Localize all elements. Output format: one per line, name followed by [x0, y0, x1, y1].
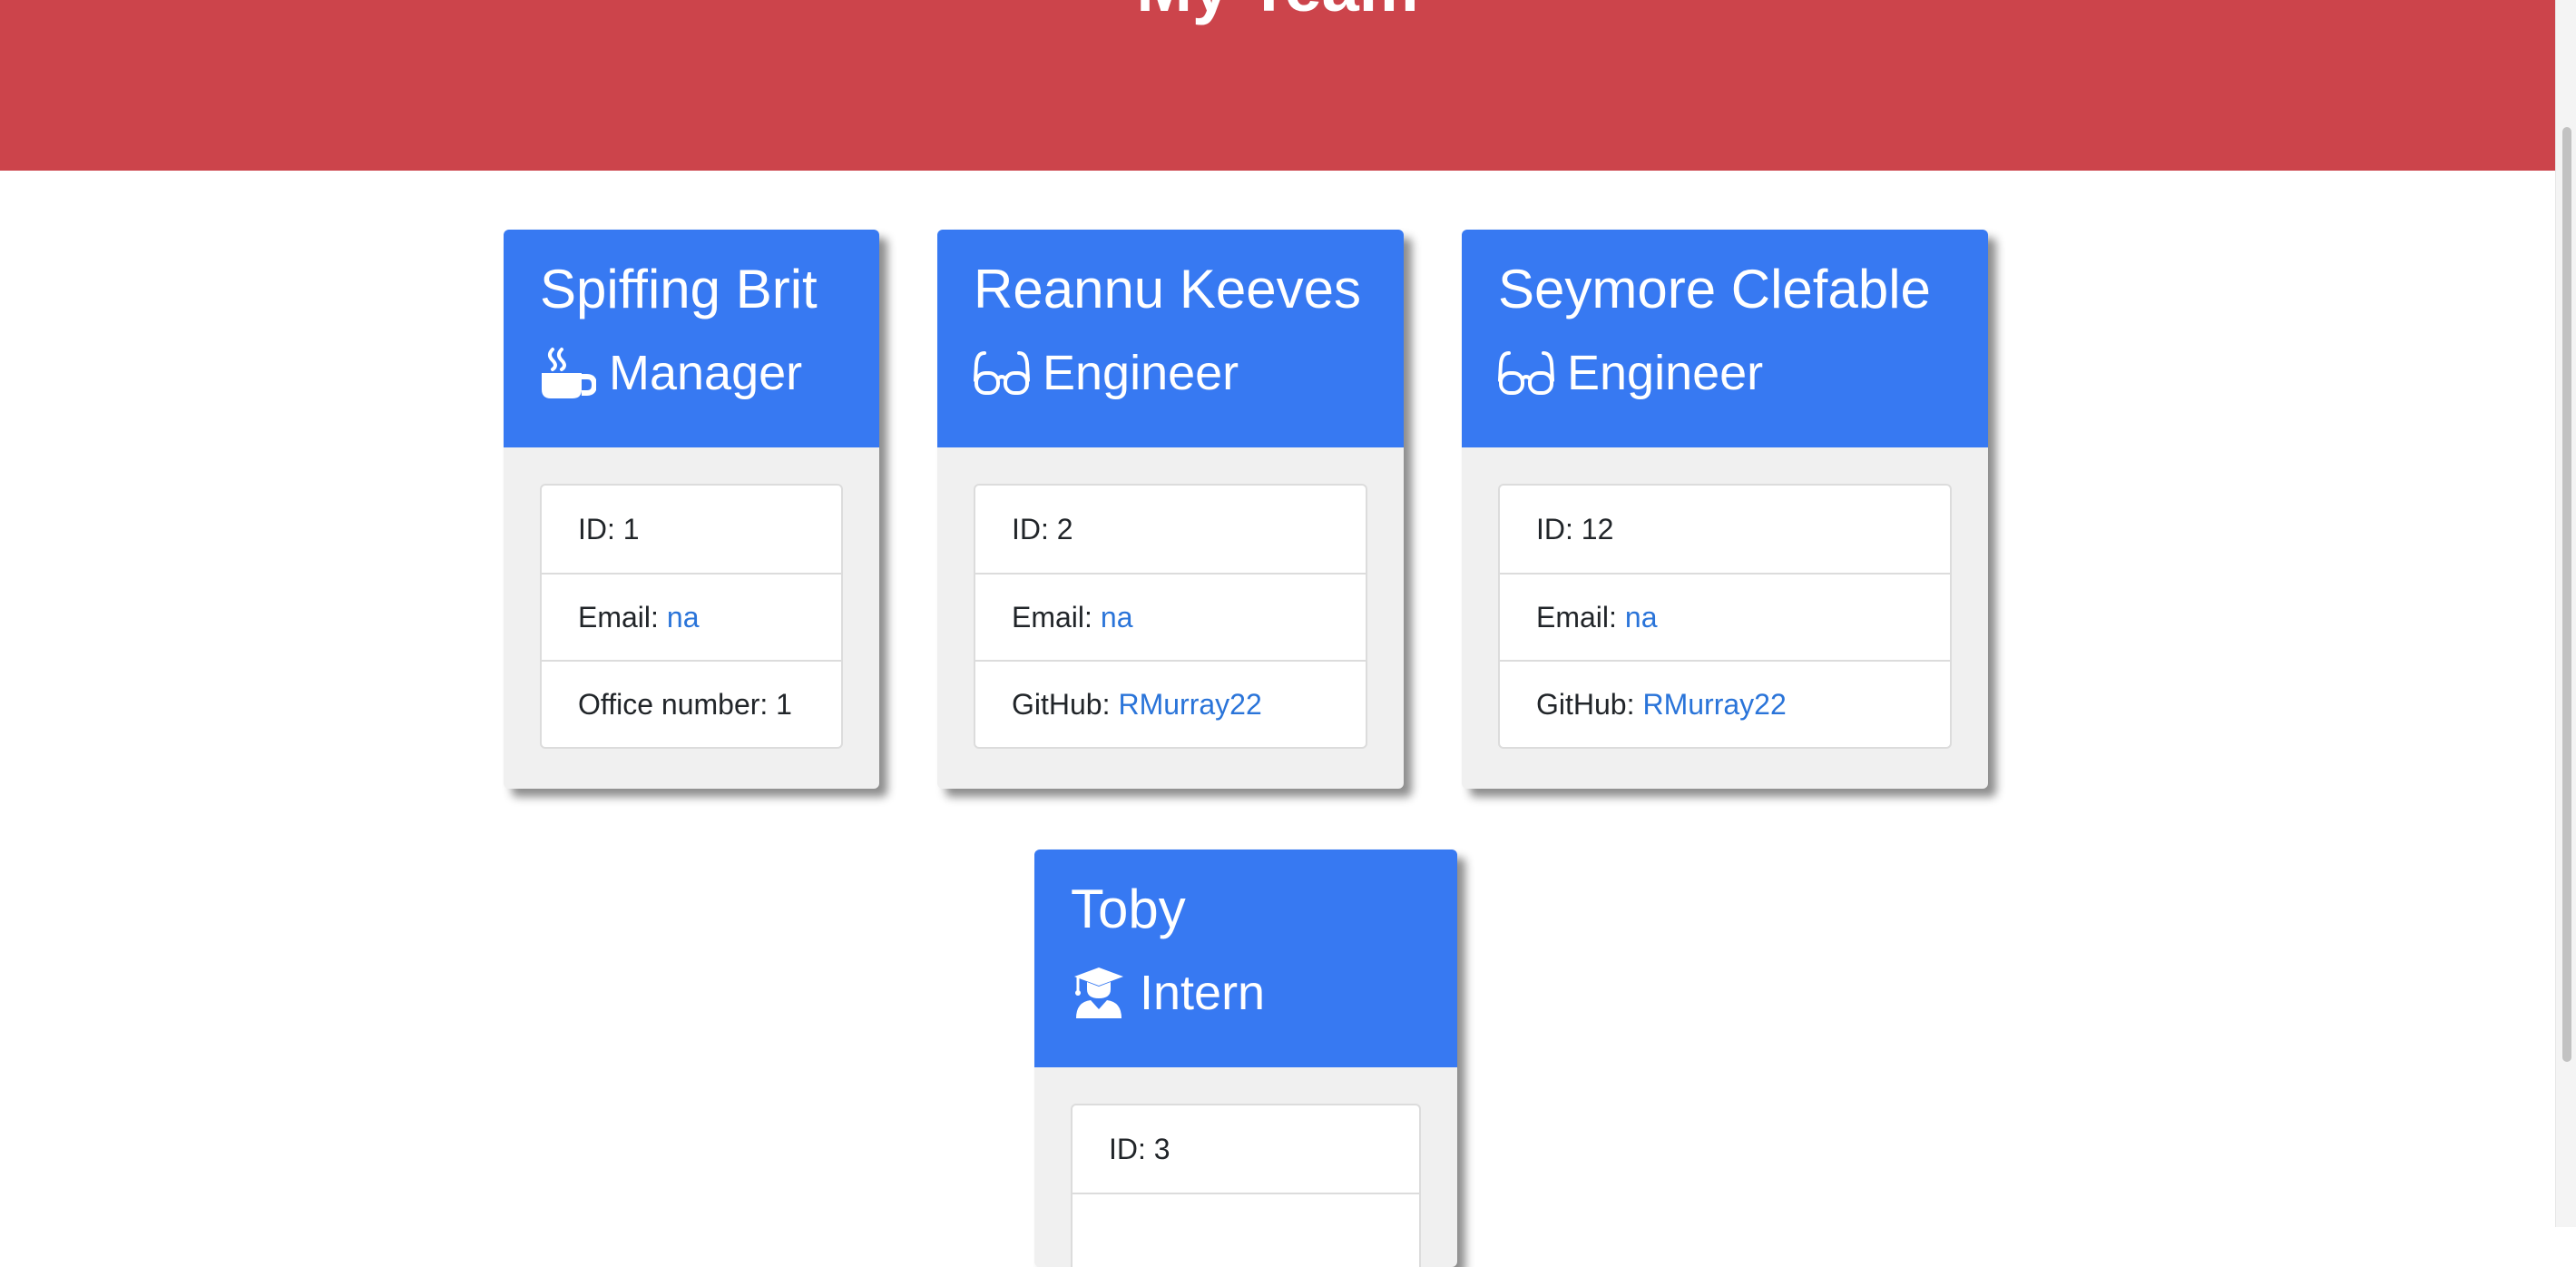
employee-details: ID: 3: [1071, 1104, 1421, 1267]
list-item-office: Office number: 1: [542, 660, 841, 747]
scrollbar-thumb[interactable]: [2562, 127, 2571, 1062]
employee-name: Reannu Keeves: [974, 259, 1361, 319]
list-item-email: [1073, 1193, 1419, 1267]
office-number-text: Office number: 1: [578, 687, 792, 721]
email-label: Email:: [1012, 600, 1092, 634]
email-link[interactable]: na: [667, 601, 700, 634]
card-body: ID: 1 Email: na Office number: 1: [504, 447, 879, 785]
employee-card: Spiffing Brit Manager ID: 1 Email: na Of…: [504, 230, 879, 789]
id-text: ID: 12: [1536, 512, 1614, 545]
glasses-icon: [1498, 346, 1554, 400]
employee-name: Seymore Clefable: [1498, 259, 1931, 319]
role-label: Engineer: [1567, 346, 1764, 400]
employee-card: Toby Intern ID: 3: [1034, 850, 1457, 1267]
github-label: GitHub:: [1536, 687, 1635, 721]
employee-card: Seymore Clefable Engineer ID: 12 Email: …: [1462, 230, 1988, 789]
card-header: Spiffing Brit Manager: [504, 230, 879, 447]
github-link[interactable]: RMurray22: [1118, 688, 1261, 722]
card-header: Toby Intern: [1034, 850, 1457, 1067]
glasses-icon: [974, 346, 1030, 400]
list-item-email: Email: na: [542, 573, 841, 660]
user-graduate-icon: [1071, 966, 1127, 1020]
card-body: ID: 12 Email: na GitHub: RMurray22: [1462, 447, 1988, 785]
github-link[interactable]: RMurray22: [1642, 688, 1786, 722]
email-link[interactable]: na: [1625, 601, 1658, 634]
vertical-scrollbar[interactable]: [2555, 0, 2576, 1227]
employee-details: ID: 2 Email: na GitHub: RMurray22: [974, 484, 1367, 749]
list-item-github: GitHub: RMurray22: [1500, 660, 1950, 747]
role-label: Manager: [609, 346, 803, 400]
id-text: ID: 3: [1109, 1132, 1170, 1165]
role-label: Intern: [1140, 966, 1266, 1020]
employee-details: ID: 1 Email: na Office number: 1: [540, 484, 843, 749]
page-header: My Team: [0, 0, 2555, 171]
list-item-email: Email: na: [975, 573, 1366, 660]
email-link[interactable]: na: [1101, 601, 1133, 634]
github-label: GitHub:: [1012, 687, 1111, 721]
employee-role: Engineer: [974, 344, 1239, 402]
id-text: ID: 2: [1012, 512, 1073, 545]
list-item-email: Email: na: [1500, 573, 1950, 660]
list-item-id: ID: 3: [1073, 1105, 1419, 1193]
card-header: Reannu Keeves Engineer: [937, 230, 1404, 447]
id-text: ID: 1: [578, 512, 640, 545]
employee-details: ID: 12 Email: na GitHub: RMurray22: [1498, 484, 1952, 749]
page-title: My Team: [0, 0, 2555, 29]
email-label: Email:: [578, 600, 659, 634]
employee-card: Reannu Keeves Engineer ID: 2 Email: na G…: [937, 230, 1404, 789]
mug-hot-icon: [540, 346, 596, 400]
list-item-id: ID: 2: [975, 486, 1366, 573]
employee-role: Manager: [540, 344, 802, 402]
employee-role: Engineer: [1498, 344, 1763, 402]
employee-role: Intern: [1071, 964, 1265, 1022]
employee-name: Spiffing Brit: [540, 259, 818, 319]
card-body: ID: 2 Email: na GitHub: RMurray22: [937, 447, 1404, 785]
employee-name: Toby: [1071, 879, 1186, 939]
list-item-id: ID: 12: [1500, 486, 1950, 573]
email-label: Email:: [1536, 600, 1617, 634]
list-item-id: ID: 1: [542, 486, 841, 573]
list-item-github: GitHub: RMurray22: [975, 660, 1366, 747]
card-body: ID: 3: [1034, 1067, 1457, 1267]
card-header: Seymore Clefable Engineer: [1462, 230, 1988, 447]
role-label: Engineer: [1043, 346, 1239, 400]
